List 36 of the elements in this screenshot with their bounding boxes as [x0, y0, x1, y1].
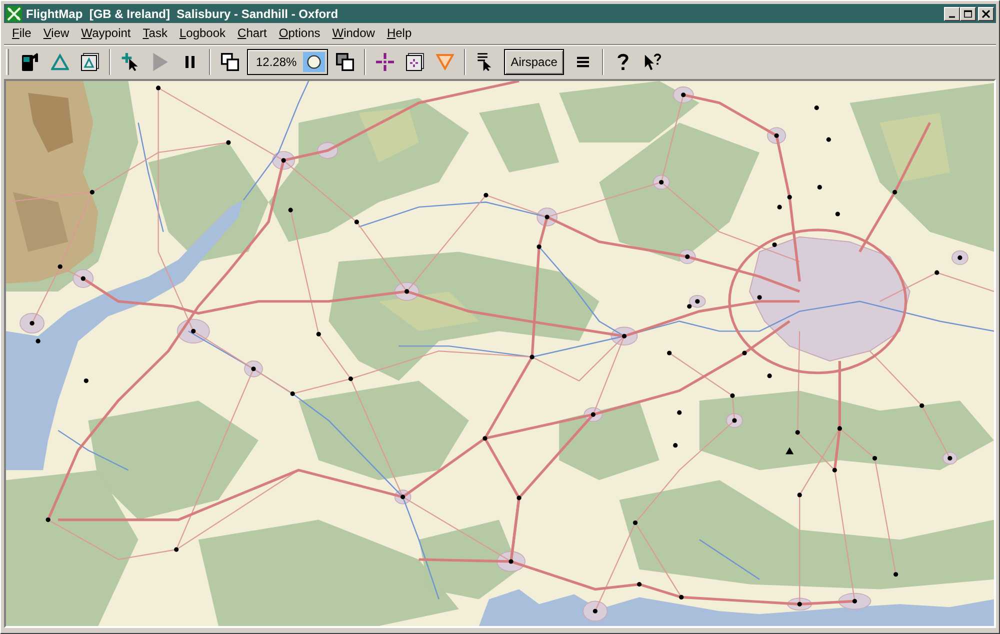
plus-pointer-icon: [121, 53, 139, 71]
close-icon: [982, 10, 990, 18]
triangle-icon: [51, 53, 69, 71]
lines-pointer-icon: [476, 53, 494, 71]
menu-item[interactable]: Waypoint: [75, 24, 137, 40]
menu-item[interactable]: Task: [136, 24, 174, 40]
menu-item[interactable]: File: [6, 24, 38, 40]
overlapping-squares-icon: [336, 53, 354, 71]
restore-squares-icon: [221, 53, 239, 71]
close-button[interactable]: [978, 6, 994, 20]
menu-item[interactable]: Window: [326, 24, 381, 40]
zoom-value: 12.28%: [256, 55, 297, 69]
circle-icon: [306, 55, 321, 69]
menu-item[interactable]: Help: [380, 24, 418, 40]
menu-item[interactable]: View: [37, 24, 76, 40]
pause-icon: [184, 56, 196, 68]
app-icon: [6, 6, 22, 22]
menu-icon: [577, 56, 590, 68]
maximize-icon: [964, 10, 972, 18]
framed-crosshair-icon: [406, 53, 424, 71]
crosshair-icon: [376, 53, 394, 71]
framed-triangle-icon: [81, 53, 99, 71]
play-icon: [151, 53, 169, 71]
menu-item[interactable]: Logbook: [173, 24, 232, 40]
airspace-button[interactable]: Airspace: [504, 49, 564, 75]
window-title: FlightMap [GB & Ireland] Salisbury - Sandhill - Oxford: [26, 6, 340, 20]
pointer-question-icon: [644, 53, 662, 71]
maximize-button[interactable]: [960, 6, 976, 20]
minimize-icon: [949, 16, 955, 18]
menu-item[interactable]: Options: [272, 24, 326, 40]
menu-item[interactable]: Chart: [232, 24, 273, 40]
zoom-toggle-button[interactable]: [302, 52, 325, 72]
zoom-control[interactable]: 12.28%: [247, 49, 328, 75]
pump-icon: [21, 53, 39, 71]
inverted-triangle-icon: [436, 53, 454, 71]
minimize-button[interactable]: [944, 6, 960, 20]
